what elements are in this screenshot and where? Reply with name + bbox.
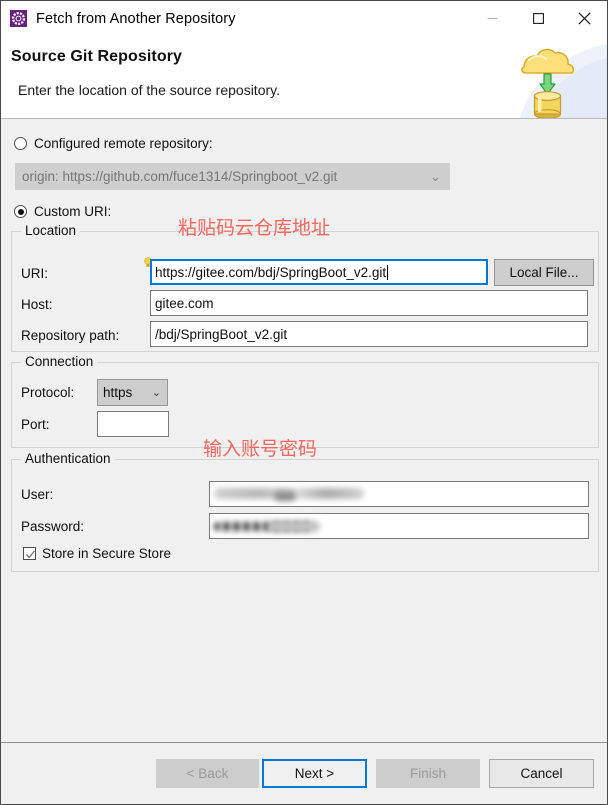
store-in-secure-store-label: Store in Secure Store	[42, 546, 172, 561]
finish-button-label: Finish	[409, 766, 446, 781]
dialog-footer: < Back Next > Finish Cancel	[1, 742, 607, 804]
close-icon[interactable]	[561, 1, 607, 36]
chevron-down-icon: ⌄	[429, 168, 441, 184]
authentication-group-title: Authentication	[21, 451, 115, 466]
redacted-user-value-extra	[274, 491, 296, 501]
cancel-button[interactable]: Cancel	[489, 759, 594, 788]
finish-button: Finish	[376, 759, 480, 788]
cancel-button-label: Cancel	[520, 766, 563, 781]
window-controls	[469, 1, 607, 36]
host-label: Host:	[21, 297, 53, 312]
local-file-button[interactable]: Local File...	[494, 259, 594, 286]
user-label: User:	[21, 487, 54, 502]
radio-custom-uri-label: Custom URI:	[34, 204, 112, 219]
checkbox-indicator	[23, 547, 36, 560]
repository-path-input-value: /bdj/SpringBoot_v2.git	[155, 326, 288, 342]
password-input[interactable]	[209, 513, 589, 539]
repository-path-label: Repository path:	[21, 328, 120, 343]
dialog-body: Configured remote repository: origin: ht…	[1, 119, 607, 742]
next-button-label: Next >	[294, 766, 335, 781]
chevron-down-icon: ⌄	[151, 387, 161, 399]
configured-repository-combo-value: origin: https://github.com/fuce1314/Spri…	[22, 169, 338, 184]
local-file-button-label: Local File...	[509, 265, 579, 280]
cloud-download-to-database-icon	[472, 36, 607, 118]
wizard-header: Source Git Repository Enter the location…	[1, 36, 607, 119]
text-caret	[387, 264, 389, 280]
minimize-icon[interactable]	[469, 1, 515, 36]
host-input-value: gitee.com	[155, 295, 214, 311]
window-title: Fetch from Another Repository	[36, 10, 236, 27]
redacted-password-value-extra	[268, 521, 320, 532]
port-input[interactable]	[97, 411, 169, 437]
uri-label: URI:	[21, 266, 48, 281]
back-button: < Back	[156, 759, 259, 788]
maximize-icon[interactable]	[515, 1, 561, 36]
page-title: Source Git Repository	[11, 48, 183, 65]
protocol-select[interactable]: https ⌄	[97, 379, 168, 406]
user-input[interactable]	[209, 481, 589, 507]
annotation-paste-repo-url: 粘贴码云仓库地址	[178, 217, 331, 239]
uri-input-value: https://gitee.com/bdj/SpringBoot_v2.git	[155, 264, 387, 280]
annotation-enter-credentials: 输入账号密码	[203, 438, 318, 460]
protocol-label: Protocol:	[21, 385, 75, 400]
host-input[interactable]: gitee.com	[150, 290, 588, 316]
radio-custom-uri-indicator	[14, 205, 27, 218]
page-description: Enter the location of the source reposit…	[18, 82, 280, 98]
configured-repository-combo: origin: https://github.com/fuce1314/Spri…	[15, 163, 450, 190]
port-label: Port:	[21, 417, 50, 432]
radio-custom-uri[interactable]: Custom URI:	[14, 204, 111, 219]
repository-path-input[interactable]: /bdj/SpringBoot_v2.git	[150, 321, 588, 347]
next-button[interactable]: Next >	[262, 759, 367, 788]
radio-configured-label: Configured remote repository:	[34, 136, 213, 151]
radio-configured-indicator	[14, 137, 27, 150]
git-gear-icon	[10, 10, 27, 27]
password-label: Password:	[21, 519, 85, 534]
fetch-repository-dialog: Fetch from Another Repository Source Git…	[0, 0, 608, 805]
connection-group-title: Connection	[21, 354, 98, 369]
radio-configured-remote-repository[interactable]: Configured remote repository:	[14, 136, 213, 151]
title-bar: Fetch from Another Repository	[1, 1, 607, 36]
protocol-select-value: https	[103, 385, 133, 400]
store-in-secure-store-checkbox[interactable]: Store in Secure Store	[23, 546, 171, 561]
location-group-title: Location	[21, 223, 81, 238]
uri-input[interactable]: https://gitee.com/bdj/SpringBoot_v2.git	[150, 259, 488, 285]
back-button-label: < Back	[186, 766, 229, 781]
